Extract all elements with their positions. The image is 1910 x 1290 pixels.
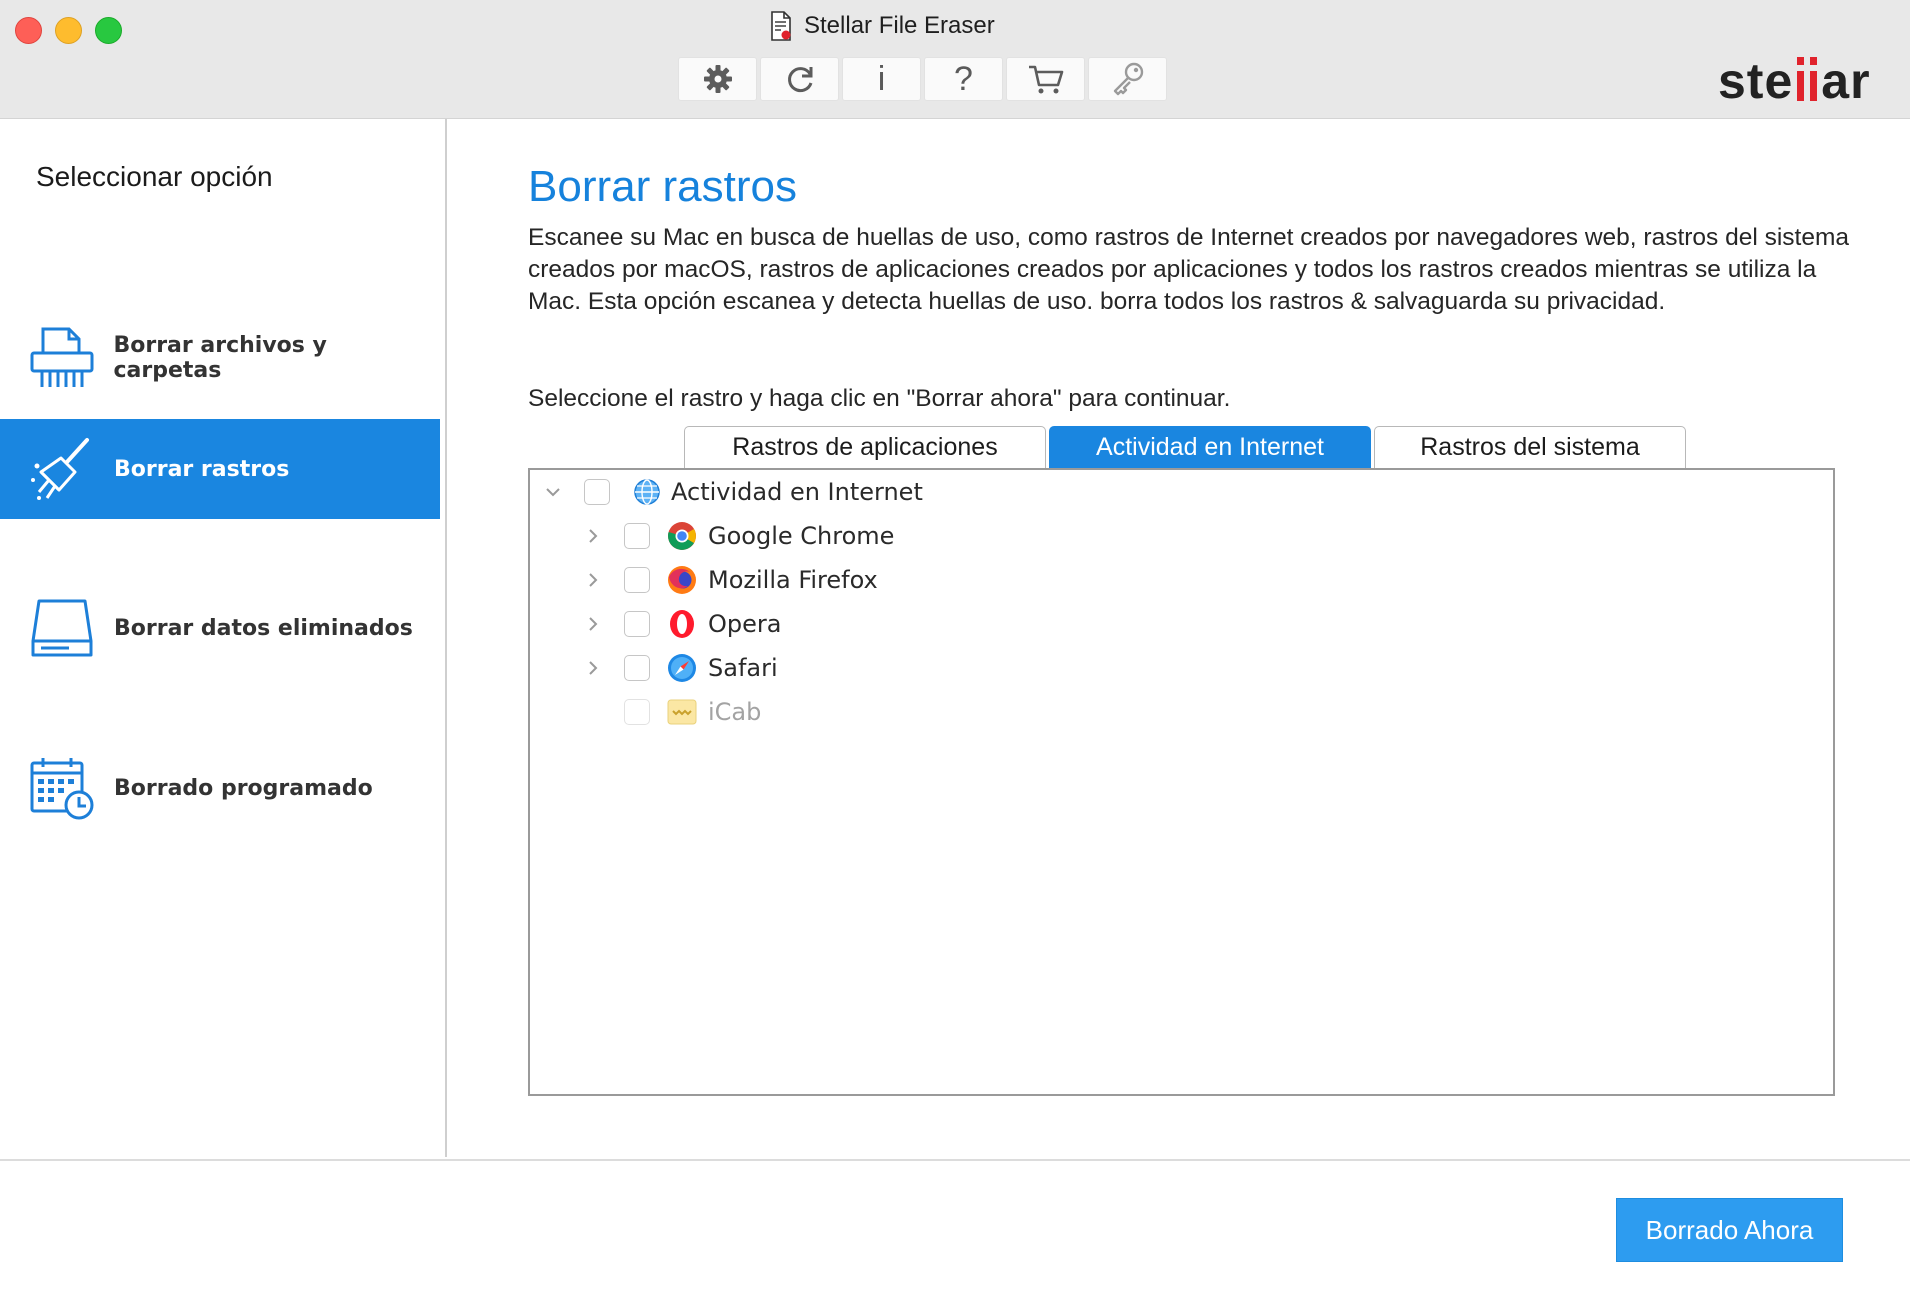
- tree-row-label: Google Chrome: [708, 522, 895, 550]
- tree-row-mozilla-firefox[interactable]: Mozilla Firefox: [530, 562, 878, 598]
- tree-row-icab: iCab: [530, 694, 761, 730]
- chevron-right-icon[interactable]: [584, 615, 602, 633]
- safari-icon: [666, 652, 698, 684]
- help-icon: ?: [954, 60, 973, 98]
- page-description: Escanee su Mac en busca de huellas de us…: [528, 224, 1850, 315]
- shredder-icon: [26, 322, 97, 394]
- refresh-icon: [783, 62, 817, 96]
- toolbar: i ?: [678, 57, 1167, 101]
- drive-icon: [26, 592, 98, 664]
- broom-icon: [26, 433, 98, 505]
- cart-icon: [1027, 63, 1065, 95]
- icab-icon: [666, 696, 698, 728]
- instruction-text: Seleccione el rastro y haga clic en "Bor…: [528, 385, 1231, 412]
- tree-row-checkbox[interactable]: [624, 655, 650, 681]
- tree-row-checkbox: [624, 699, 650, 725]
- window-title: Stellar File Eraser: [770, 10, 995, 42]
- tree-row-opera[interactable]: Opera: [530, 606, 781, 642]
- calendar-clock-icon: [26, 752, 98, 824]
- tree-row-label: Opera: [708, 610, 782, 638]
- tab-system-traces[interactable]: Rastros del sistema: [1374, 426, 1686, 468]
- zoom-window-button[interactable]: [95, 17, 122, 44]
- key-icon: [1110, 61, 1146, 97]
- tree-row-label: Mozilla Firefox: [708, 566, 878, 594]
- buy-button[interactable]: [1006, 57, 1085, 101]
- tree-root-row[interactable]: Actividad en Internet: [530, 474, 923, 510]
- tab-internet-activity[interactable]: Actividad en Internet: [1049, 426, 1371, 468]
- info-icon: i: [877, 60, 886, 98]
- title-bar: Stellar File Eraser i ? ste ar: [0, 0, 1910, 119]
- minimize-window-button[interactable]: [55, 17, 82, 44]
- globe-icon: [631, 476, 663, 508]
- sidebar-item-label: Borrar datos eliminados: [114, 615, 413, 641]
- trace-tabs: Rastros de aplicaciones Actividad en Int…: [684, 426, 1686, 468]
- tree-row-label: Safari: [708, 654, 778, 682]
- tree-row-checkbox[interactable]: [624, 523, 650, 549]
- stellar-logo: ste ar: [1718, 53, 1871, 109]
- tree-row-checkbox[interactable]: [624, 611, 650, 637]
- chevron-right-icon[interactable]: [584, 659, 602, 677]
- app-document-icon: [770, 11, 792, 41]
- opera-icon: [666, 608, 698, 640]
- tree-root-label: Actividad en Internet: [671, 478, 923, 506]
- activate-button[interactable]: [1088, 57, 1167, 101]
- sidebar-item-scheduled-erase[interactable]: Borrado programado: [0, 738, 440, 838]
- tab-application-traces[interactable]: Rastros de aplicaciones: [684, 426, 1046, 468]
- sidebar-heading: Seleccionar opción: [36, 161, 273, 192]
- gear-icon: [702, 63, 734, 95]
- erase-now-button[interactable]: Borrado Ahora: [1616, 1198, 1843, 1262]
- close-window-button[interactable]: [15, 17, 42, 44]
- sidebar-item-label: Borrar rastros: [114, 456, 290, 482]
- tree-row-safari[interactable]: Safari: [530, 650, 778, 686]
- sidebar-item-label: Borrar archivos y carpetas: [113, 333, 327, 383]
- footer-divider: [0, 1159, 1910, 1161]
- chrome-icon: [666, 520, 698, 552]
- tree-row-google-chrome[interactable]: Google Chrome: [530, 518, 894, 554]
- chevron-down-icon[interactable]: [544, 483, 562, 501]
- update-button[interactable]: [760, 57, 839, 101]
- sidebar: Seleccionar opción Borrar archivos y car…: [0, 119, 447, 1157]
- trace-tree: Actividad en Internet Google Chrome Mozi…: [528, 468, 1835, 1096]
- tree-row-checkbox[interactable]: [624, 567, 650, 593]
- info-button[interactable]: i: [842, 57, 921, 101]
- tree-root-checkbox[interactable]: [584, 479, 610, 505]
- window-title-text: Stellar File Eraser: [804, 12, 995, 39]
- tree-row-label: iCab: [708, 698, 762, 726]
- chevron-right-icon[interactable]: [584, 571, 602, 589]
- sidebar-item-erase-traces[interactable]: Borrar rastros: [0, 419, 440, 519]
- help-button[interactable]: ?: [924, 57, 1003, 101]
- sidebar-item-erase-files[interactable]: Borrar archivos y carpetas: [0, 308, 440, 408]
- sidebar-item-erase-deleted-data[interactable]: Borrar datos eliminados: [0, 578, 440, 678]
- firefox-icon: [666, 564, 698, 596]
- page-title: Borrar rastros: [528, 162, 797, 211]
- sidebar-item-label: Borrado programado: [114, 775, 373, 801]
- settings-button[interactable]: [678, 57, 757, 101]
- chevron-right-icon[interactable]: [584, 527, 602, 545]
